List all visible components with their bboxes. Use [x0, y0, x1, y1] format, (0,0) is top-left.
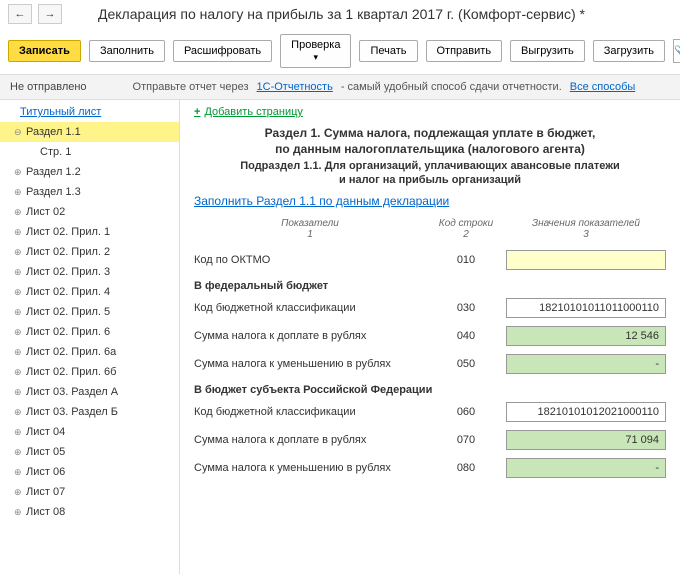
tree-item-section-1-1[interactable]: ⊖Раздел 1.1 [0, 122, 179, 142]
tree-item-sheet-02-app-6[interactable]: ⊕Лист 02. Прил. 6 [0, 322, 179, 342]
export-button[interactable]: Выгрузить [510, 40, 585, 62]
report-link[interactable]: 1С-Отчетность [257, 81, 333, 93]
expand-icon: ⊕ [14, 447, 22, 458]
tree-item-page-1[interactable]: Стр. 1 [0, 142, 179, 162]
expand-icon: ⊕ [14, 487, 22, 498]
expand-icon: ⊕ [14, 307, 22, 318]
expand-icon: ⊕ [14, 287, 22, 298]
red2-field[interactable]: - [506, 458, 666, 478]
expand-icon: ⊕ [14, 507, 22, 518]
tree-item-sheet-02[interactable]: ⊕Лист 02 [0, 202, 179, 222]
red2-code: 080 [426, 462, 506, 474]
sum1-field[interactable]: 12 546 [506, 326, 666, 346]
kbk1-field[interactable]: 18210101011011000110 [506, 298, 666, 318]
sum2-code: 070 [426, 434, 506, 446]
print-button[interactable]: Печать [359, 40, 417, 62]
tree-item-sheet-02-app-4[interactable]: ⊕Лист 02. Прил. 4 [0, 282, 179, 302]
expand-icon: ⊕ [14, 387, 22, 398]
tree-item-sheet-02-app-1[interactable]: ⊕Лист 02. Прил. 1 [0, 222, 179, 242]
tree-title-page[interactable]: Титульный лист [0, 102, 179, 122]
section-title-1: Раздел 1. Сумма налога, подлежащая уплат… [194, 126, 666, 140]
nav-forward-button[interactable]: → [38, 4, 62, 24]
tree-item-sheet-03-a[interactable]: ⊕Лист 03. Раздел А [0, 382, 179, 402]
expand-icon: ⊕ [14, 427, 22, 438]
fill-section-link[interactable]: Заполнить Раздел 1.1 по данным деклараци… [194, 194, 666, 208]
kbk2-label: Код бюджетной классификации [194, 406, 426, 418]
expand-icon: ⊕ [14, 407, 22, 418]
subsection-title-1: Подраздел 1.1. Для организаций, уплачива… [194, 160, 666, 172]
status-hint-2: - самый удобный способ сдачи отчетности. [341, 81, 562, 93]
tree-item-sheet-02-app-3[interactable]: ⊕Лист 02. Прил. 3 [0, 262, 179, 282]
expand-icon: ⊕ [14, 167, 22, 178]
attach-button[interactable]: 📎 [673, 39, 680, 63]
sum2-label: Сумма налога к доплате в рублях [194, 434, 426, 446]
red1-field[interactable]: - [506, 354, 666, 374]
tree-item-sheet-02-app-6b[interactable]: ⊕Лист 02. Прил. 6б [0, 362, 179, 382]
subject-budget-head: В бюджет субъекта Российской Федерации [194, 378, 666, 398]
subsection-title-2: и налог на прибыль организаций [194, 174, 666, 186]
section-title-2: по данным налогоплательщика (налогового … [194, 142, 666, 156]
add-page-link[interactable]: Добавить страницу [194, 106, 303, 118]
sum2-field[interactable]: 71 094 [506, 430, 666, 450]
tree-item-sheet-06[interactable]: ⊕Лист 06 [0, 462, 179, 482]
tree-item-sheet-02-app-5[interactable]: ⊕Лист 02. Прил. 5 [0, 302, 179, 322]
kbk2-code: 060 [426, 406, 506, 418]
tree-item-sheet-08[interactable]: ⊕Лист 08 [0, 502, 179, 522]
sum1-code: 040 [426, 330, 506, 342]
expand-icon: ⊕ [14, 207, 22, 218]
kbk2-field[interactable]: 18210101012021000110 [506, 402, 666, 422]
collapse-icon: ⊖ [14, 127, 22, 138]
check-button[interactable]: Проверка [280, 34, 351, 68]
decrypt-button[interactable]: Расшифровать [173, 40, 272, 62]
nav-back-button[interactable]: ← [8, 4, 32, 24]
federal-budget-head: В федеральный бюджет [194, 274, 666, 294]
expand-icon: ⊕ [14, 247, 22, 258]
all-ways-link[interactable]: Все способы [570, 81, 636, 93]
load-button[interactable]: Загрузить [593, 40, 665, 62]
tree-item-sheet-05[interactable]: ⊕Лист 05 [0, 442, 179, 462]
status-state: Не отправлено [10, 81, 87, 93]
expand-icon: ⊕ [14, 347, 22, 358]
status-hint-1: Отправьте отчет через [133, 81, 249, 93]
expand-icon: ⊕ [14, 327, 22, 338]
kbk1-label: Код бюджетной классификации [194, 302, 426, 314]
expand-icon: ⊕ [14, 187, 22, 198]
send-button[interactable]: Отправить [426, 40, 503, 62]
content-panel: Добавить страницу Раздел 1. Сумма налога… [180, 100, 680, 574]
tree-item-sheet-04[interactable]: ⊕Лист 04 [0, 422, 179, 442]
oktmo-field[interactable] [506, 250, 666, 270]
expand-icon: ⊕ [14, 227, 22, 238]
tree-item-section-1-2[interactable]: ⊕Раздел 1.2 [0, 162, 179, 182]
red1-code: 050 [426, 358, 506, 370]
expand-icon: ⊕ [14, 367, 22, 378]
red2-label: Сумма налога к уменьшению в рублях [194, 462, 426, 474]
save-button[interactable]: Записать [8, 40, 81, 62]
tree-item-section-1-3[interactable]: ⊕Раздел 1.3 [0, 182, 179, 202]
oktmo-label: Код по ОКТМО [194, 254, 426, 266]
tree-item-sheet-03-b[interactable]: ⊕Лист 03. Раздел Б [0, 402, 179, 422]
expand-icon: ⊕ [14, 467, 22, 478]
tree-item-sheet-02-app-6a[interactable]: ⊕Лист 02. Прил. 6а [0, 342, 179, 362]
page-title: Декларация по налогу на прибыль за 1 ква… [98, 6, 585, 22]
tree-item-sheet-07[interactable]: ⊕Лист 07 [0, 482, 179, 502]
red1-label: Сумма налога к уменьшению в рублях [194, 358, 426, 370]
expand-icon: ⊕ [14, 267, 22, 278]
sum1-label: Сумма налога к доплате в рублях [194, 330, 426, 342]
kbk1-code: 030 [426, 302, 506, 314]
oktmo-code: 010 [426, 254, 506, 266]
paperclip-icon: 📎 [674, 45, 680, 58]
sidebar: Титульный лист ⊖Раздел 1.1 Стр. 1 ⊕Разде… [0, 100, 180, 574]
fill-button[interactable]: Заполнить [89, 40, 165, 62]
tree-item-sheet-02-app-2[interactable]: ⊕Лист 02. Прил. 2 [0, 242, 179, 262]
